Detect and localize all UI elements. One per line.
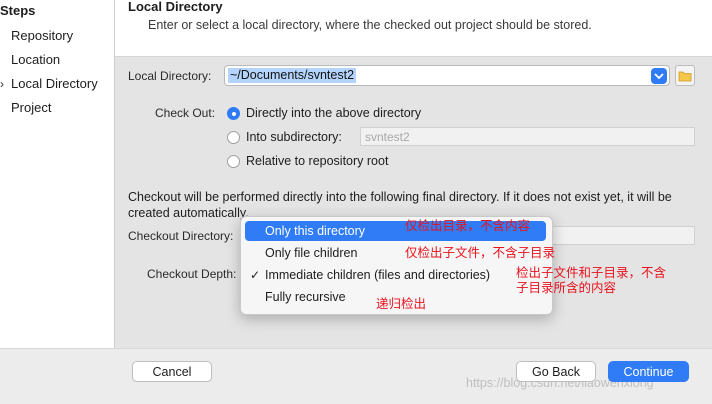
annotation-immediate-children-1: 检出子文件和子目录，不含 [516,266,667,280]
checkout-label: Check Out: [155,106,216,120]
sidebar-item-local-directory[interactable]: Local Directory [11,76,98,91]
radio-subdirectory[interactable] [227,131,240,144]
sidebar-title: Steps [0,3,36,18]
menu-item-immediate-children[interactable]: Immediate children (files and directorie… [265,268,490,282]
menu-item-fully-recursive[interactable]: Fully recursive [265,290,346,304]
checkmark-icon: ✓ [250,268,261,282]
sidebar-item-repository[interactable]: Repository [11,28,73,43]
option-relative-label[interactable]: Relative to repository root [246,154,388,168]
annotation-only-this-directory: 仅检出目录，不含内容 [405,219,531,233]
radio-relative[interactable] [227,155,240,168]
menu-item-only-this-directory[interactable]: Only this directory [265,224,365,238]
sidebar-item-project[interactable]: Project [11,100,51,115]
checkout-directory-label: Checkout Directory: [128,229,234,243]
annotation-fully-recursive: 递归检出 [376,297,427,311]
local-directory-value[interactable]: ~/Documents/svntest2 [228,68,357,83]
annotation-only-file-children: 仅检出子文件，不含子目录 [405,246,556,260]
go-back-button[interactable]: Go Back [516,361,596,382]
radio-directly[interactable] [227,107,240,120]
annotation-immediate-children-2: 子目录所含的内容 [516,281,617,295]
sidebar-item-location[interactable]: Location [11,52,60,67]
browse-folder-button[interactable] [675,65,695,86]
checkout-depth-label: Checkout Depth: [147,267,237,281]
page-title: Local Directory [128,0,223,14]
page-subtitle: Enter or select a local directory, where… [148,18,592,32]
option-directly-label[interactable]: Directly into the above directory [246,106,421,120]
continue-button[interactable]: Continue [608,361,689,382]
cancel-button[interactable]: Cancel [132,361,212,382]
chevron-down-icon[interactable] [651,68,667,84]
chevron-right-icon: › [0,77,4,91]
subdirectory-input[interactable] [360,127,695,146]
folder-icon [678,71,692,82]
menu-item-only-file-children[interactable]: Only file children [265,246,357,260]
subdirectory-placeholder: svntest2 [365,130,410,144]
local-directory-label: Local Directory: [128,69,212,83]
option-subdirectory-label[interactable]: Into subdirectory: [246,130,342,144]
